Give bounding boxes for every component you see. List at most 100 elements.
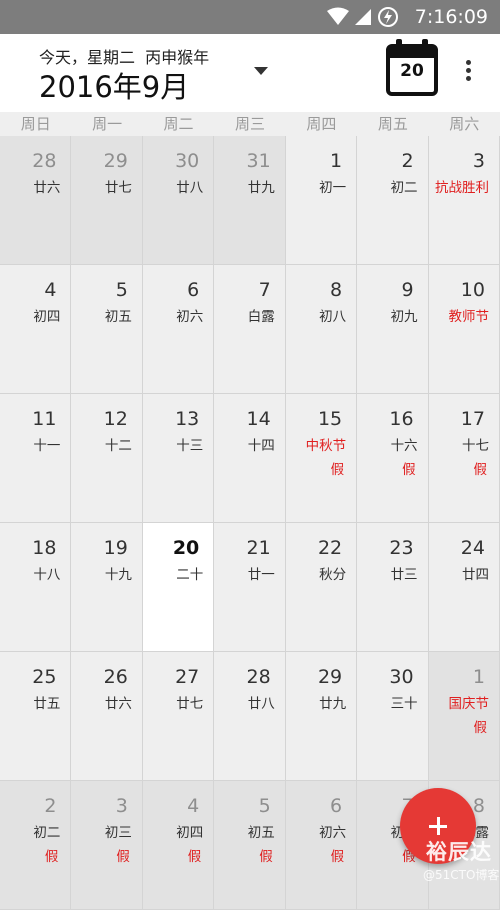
weekday-label: 周六 — [449, 115, 480, 133]
lunar-label: 初二 — [33, 825, 61, 841]
day-cell[interactable]: 26 廿六 — [71, 652, 143, 781]
day-cell[interactable]: 8 初八 — [285, 265, 358, 394]
weekday-label: 周三 — [234, 115, 265, 133]
day-cell[interactable]: 30 三十 — [357, 652, 429, 781]
day-number: 24 — [460, 537, 485, 559]
day-number: 27 — [175, 666, 200, 688]
day-number: 5 — [258, 795, 271, 817]
lunar-label: 初五 — [247, 825, 275, 841]
lunar-label: 秋分 — [319, 567, 347, 583]
day-number: 11 — [32, 408, 57, 430]
day-cell[interactable]: 11 十一 — [0, 394, 72, 523]
day-number: 8 — [472, 795, 485, 817]
day-number: 2 — [401, 150, 414, 172]
lunar-label: 初三 — [104, 825, 132, 841]
holiday-badge: 假 — [402, 462, 416, 478]
day-cell[interactable]: 4 初四 — [0, 265, 72, 394]
lunar-label: 十三 — [176, 438, 204, 454]
holiday-badge: 假 — [330, 462, 345, 478]
day-cell[interactable]: 16 十六假 — [357, 394, 429, 523]
lunar-label: 初六 — [319, 825, 347, 841]
lunar-label: 廿九 — [319, 696, 347, 712]
dropdown-arrow-icon[interactable] — [254, 67, 268, 75]
day-number: 16 — [389, 408, 414, 430]
battery-icon — [378, 7, 398, 27]
day-cell[interactable]: 2 初二 — [357, 136, 429, 265]
day-number: 19 — [103, 537, 128, 559]
watermark-site: @51CTO博客 — [423, 868, 500, 882]
lunar-label: 十二 — [104, 438, 132, 454]
lunar-label: 廿六 — [33, 180, 61, 196]
day-number: 22 — [317, 537, 343, 559]
holiday-badge: 假 — [187, 849, 202, 865]
holiday-badge: 假 — [259, 849, 273, 865]
day-number: 30 — [389, 666, 414, 688]
day-cell[interactable]: 30 廿八 — [142, 136, 215, 265]
day-cell[interactable]: 3 抗战胜利 — [428, 136, 500, 265]
day-cell[interactable]: 23 廿三 — [357, 523, 429, 652]
day-cell[interactable]: 5 初五假 — [214, 781, 286, 910]
day-cell[interactable]: 13 十三 — [142, 394, 215, 523]
lunar-label: 十八 — [33, 567, 61, 583]
holiday-badge: 假 — [116, 849, 130, 865]
day-cell[interactable]: 12 十二 — [71, 394, 143, 523]
day-number: 7 — [258, 279, 271, 301]
weekday-label: 周日 — [20, 115, 51, 133]
lunar-label: 教师节 — [448, 309, 489, 325]
day-cell[interactable]: 22 秋分 — [285, 523, 358, 652]
day-cell[interactable]: 19 十九 — [71, 523, 143, 652]
day-cell[interactable]: 6 初六假 — [285, 781, 358, 910]
lunar-label: 廿八 — [176, 180, 204, 196]
day-cell[interactable]: 29 廿七 — [71, 136, 143, 265]
day-cell[interactable]: 10 教师节 — [428, 265, 500, 394]
status-icons — [327, 7, 398, 27]
day-number: 15 — [317, 408, 343, 430]
more-vert-icon[interactable] — [462, 60, 474, 88]
day-cell[interactable]: 18 十八 — [0, 523, 72, 652]
day-number: 26 — [103, 666, 128, 688]
day-cell[interactable]: 9 初九 — [357, 265, 429, 394]
day-cell[interactable]: 4 初四假 — [142, 781, 215, 910]
day-cell[interactable]: 31 廿九 — [214, 136, 286, 265]
month-title[interactable]: 2016年9月 — [39, 64, 189, 106]
day-cell[interactable]: 25 廿五 — [0, 652, 72, 781]
lunar-label: 中秋节 — [305, 438, 347, 454]
day-number: 31 — [246, 150, 271, 172]
holiday-badge: 假 — [473, 720, 487, 736]
lunar-label: 初四 — [33, 309, 61, 325]
lunar-label: 二十 — [176, 567, 204, 583]
day-cell[interactable]: 21 廿一 — [214, 523, 286, 652]
day-cell[interactable]: 15 中秋节假 — [285, 394, 358, 523]
day-cell[interactable]: 24 廿四 — [428, 523, 500, 652]
lunar-label: 抗战胜利 — [434, 180, 489, 196]
day-cell[interactable]: 7 白露 — [214, 265, 286, 394]
day-number: 5 — [115, 279, 128, 301]
day-cell[interactable]: 28 廿八 — [214, 652, 286, 781]
day-cell[interactable]: 6 初六 — [142, 265, 215, 394]
day-cell[interactable]: 1 初一 — [285, 136, 358, 265]
day-cell[interactable]: 28 廿六 — [0, 136, 72, 265]
day-number: 3 — [472, 150, 485, 172]
day-number: 3 — [115, 795, 128, 817]
holiday-badge: 假 — [473, 462, 487, 478]
lunar-label: 廿三 — [390, 567, 418, 583]
weekday-label: 周四 — [306, 115, 337, 133]
month-grid: 28 廿六 29 廿七 30 廿八 31 廿九 1 初一 2 初二 3 抗战胜利 4 初四 5 初五 6 初六 7 白露 8… — [0, 136, 500, 910]
lunar-label: 国庆节 — [448, 696, 489, 712]
lunar-label: 十六 — [390, 438, 418, 454]
status-time: 7:16:09 — [414, 6, 488, 28]
day-number: 23 — [389, 537, 414, 559]
go-to-today-button[interactable]: 20 — [386, 38, 438, 96]
day-cell[interactable]: 1 国庆节假 — [428, 652, 500, 781]
day-cell[interactable]: 3 初三假 — [71, 781, 143, 910]
day-cell[interactable]: 14 十四 — [214, 394, 286, 523]
lunar-label: 三十 — [390, 696, 418, 712]
day-cell-today[interactable]: 20 二十 — [142, 523, 215, 652]
day-cell[interactable]: 29 廿九 — [285, 652, 358, 781]
day-cell[interactable]: 17 十七假 — [428, 394, 500, 523]
lunar-label: 廿一 — [247, 567, 275, 583]
day-cell[interactable]: 2 初二假 — [0, 781, 72, 910]
day-cell[interactable]: 27 廿七 — [142, 652, 215, 781]
day-cell[interactable]: 5 初五 — [71, 265, 143, 394]
holiday-badge: 假 — [330, 849, 345, 865]
